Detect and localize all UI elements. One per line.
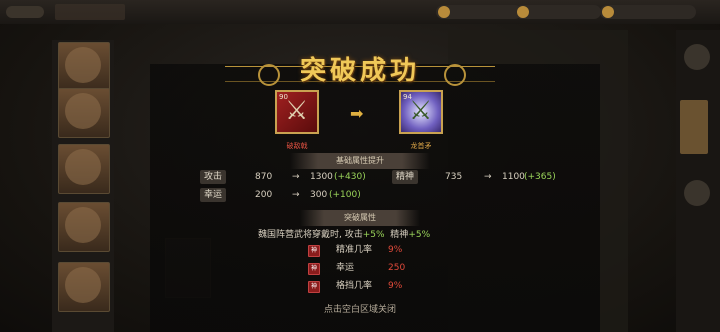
- break-desc-text: 魏国阵营武将穿戴时, 攻击: [258, 230, 363, 240]
- divine-badge-icon: 神: [308, 245, 320, 257]
- general-portrait-icon: [65, 93, 101, 129]
- close-hint: 点击空白区域关闭: [323, 305, 396, 315]
- general-portrait-icon: [65, 207, 101, 243]
- stat-bonus-atk: (+430): [334, 172, 366, 182]
- bonus-label: 格挡几率: [336, 281, 373, 291]
- general-card[interactable]: [58, 262, 110, 312]
- general-portrait-icon: [65, 47, 101, 83]
- top-tab[interactable]: [55, 4, 125, 20]
- general-card[interactable]: [58, 202, 110, 252]
- bonus-label: 精准几率: [336, 245, 373, 255]
- stat-old-spi: 735: [445, 172, 463, 182]
- spear-icon: ⚔: [409, 96, 433, 126]
- divine-badge-icon: 神: [308, 281, 320, 293]
- bonus-label: 幸运: [336, 263, 355, 273]
- bonus-value: 9%: [388, 245, 403, 255]
- halberd-icon: ⚔: [285, 96, 309, 126]
- general-portrait-icon: [65, 149, 101, 185]
- arrow-small-icon: →: [484, 172, 492, 182]
- bonus-value: 250: [388, 263, 406, 273]
- arrow-small-icon: →: [292, 190, 300, 200]
- bonus-value: 9%: [388, 281, 403, 291]
- general-card[interactable]: [58, 144, 110, 194]
- stat-bonus-luck: (+100): [329, 190, 361, 200]
- stat-bonus-spi: (+365): [524, 172, 556, 182]
- break-description: 魏国阵营武将穿戴时, 攻击+5% 精神+5%: [258, 228, 430, 242]
- sidebar-button-active[interactable]: [680, 100, 708, 154]
- base-stats-header: 基础属性提升: [290, 153, 430, 169]
- break-stats-header: 突破属性: [300, 210, 420, 226]
- energy-icon: [602, 6, 614, 18]
- before-item: 90 ⚔: [275, 90, 319, 134]
- dialog-title: 突破成功: [299, 56, 420, 86]
- after-item: 94 ⚔: [399, 90, 443, 134]
- sidebar-button[interactable]: [684, 44, 710, 70]
- after-item-name: 龙首矛: [410, 142, 432, 150]
- stat-label-spi: 精神: [392, 170, 419, 184]
- back-button[interactable]: [6, 6, 44, 18]
- before-item-name: 破敌戟: [286, 142, 308, 150]
- silver-coin-icon: [517, 6, 529, 18]
- break-desc-atk: +5%: [362, 230, 385, 240]
- divine-badge-icon: 神: [308, 263, 320, 275]
- resource-gold: [436, 5, 522, 19]
- general-portrait-icon: [65, 267, 101, 303]
- stat-new-luck: 300: [310, 190, 328, 200]
- arrow-right-icon: ➡: [350, 104, 364, 123]
- stat-old-atk: 870: [255, 172, 273, 182]
- general-card[interactable]: [58, 88, 110, 138]
- stat-old-luck: 200: [255, 190, 273, 200]
- break-desc-spi-label: 精神: [390, 230, 409, 240]
- sidebar-button[interactable]: [684, 180, 710, 206]
- stat-new-spi: 1100: [502, 172, 525, 182]
- break-desc-spi: +5%: [408, 230, 431, 240]
- resource-silver: [515, 5, 601, 19]
- stat-new-atk: 1300: [310, 172, 333, 182]
- stat-label-luck: 幸运: [200, 188, 227, 202]
- resource-energy: [600, 5, 696, 19]
- gold-coin-icon: [438, 6, 450, 18]
- general-card[interactable]: [58, 42, 110, 92]
- stat-label-atk: 攻击: [200, 170, 227, 184]
- arrow-small-icon: →: [292, 172, 300, 182]
